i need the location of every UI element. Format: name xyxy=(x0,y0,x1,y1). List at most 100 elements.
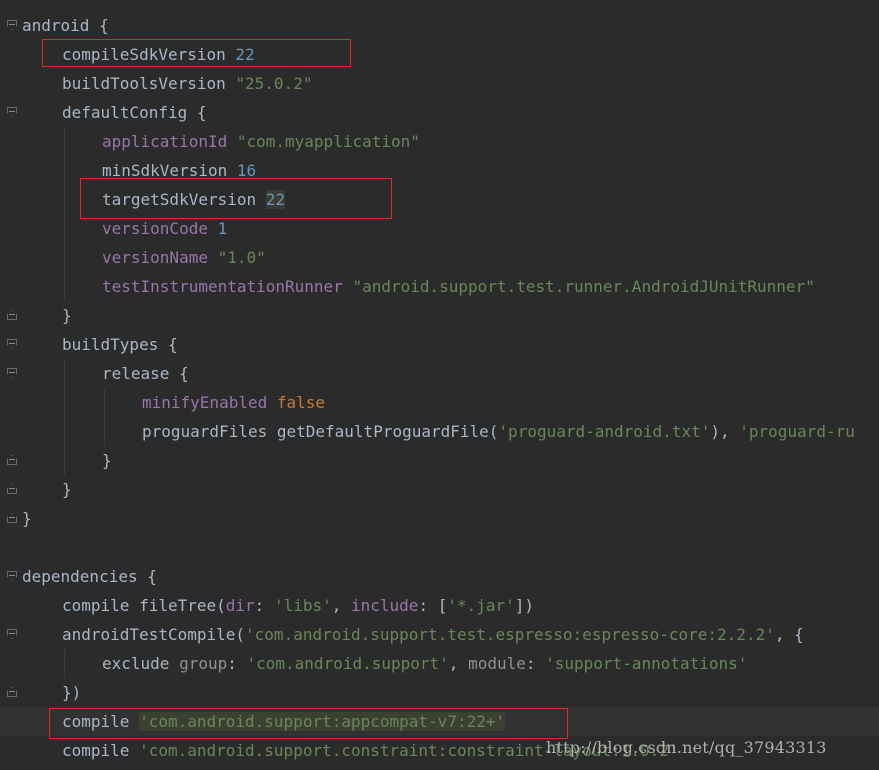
code-token: 'proguard-android.txt' xyxy=(498,422,711,441)
code-line[interactable]: targetSdkVersion 22 xyxy=(0,185,879,214)
code-text: minifyEnabled false xyxy=(142,388,325,417)
fold-close-icon[interactable] xyxy=(7,455,17,465)
fold-open-icon[interactable] xyxy=(7,571,17,581)
code-text: androidTestCompile('com.android.support.… xyxy=(62,620,804,649)
code-token: 'com.android.support' xyxy=(246,654,449,673)
code-token: 'com.android.support:appcompat-v7:22+' xyxy=(139,712,506,731)
indent-guide xyxy=(64,388,65,417)
fold-open-icon[interactable] xyxy=(7,368,17,378)
code-text: } xyxy=(62,301,72,330)
code-line[interactable]: minSdkVersion 16 xyxy=(0,156,879,185)
code-token: "android.support.test.runner.AndroidJUni… xyxy=(352,277,815,296)
indent-guide xyxy=(64,127,65,156)
code-line[interactable]: minifyEnabled false xyxy=(0,388,879,417)
code-line[interactable]: buildToolsVersion "25.0.2" xyxy=(0,69,879,98)
code-editor[interactable]: android {compileSdkVersion 22 buildToolsV… xyxy=(0,0,879,770)
code-token: defaultConfig { xyxy=(62,103,207,122)
code-text: compileSdkVersion 22 xyxy=(62,40,255,69)
code-token: 'com.android.support.test.espresso:espre… xyxy=(245,625,775,644)
indent-guide xyxy=(104,417,105,446)
code-token: testInstrumentationRunner xyxy=(102,277,353,296)
code-token: } xyxy=(22,509,32,528)
indent-guide xyxy=(64,446,65,475)
code-token: : xyxy=(227,654,247,673)
code-token: , { xyxy=(774,625,804,644)
code-line[interactable]: proguardFiles getDefaultProguardFile('pr… xyxy=(0,417,879,446)
fold-close-icon[interactable] xyxy=(7,513,17,523)
code-line[interactable]: release { xyxy=(0,359,879,388)
code-token: minSdkVersion xyxy=(102,161,237,180)
code-token: ]) xyxy=(514,596,535,615)
code-line[interactable]: } xyxy=(0,475,879,504)
code-line[interactable]: compile fileTree(dir: 'libs', include: [… xyxy=(0,591,879,620)
indent-guide xyxy=(64,417,65,446)
code-token: ), xyxy=(710,422,740,441)
code-token: 22 xyxy=(235,45,255,64)
code-text: exclude group: 'com.android.support', mo… xyxy=(102,649,747,678)
code-token: 'support-annotations' xyxy=(545,654,748,673)
indent-guide xyxy=(64,649,65,678)
fold-open-icon[interactable] xyxy=(7,629,17,639)
code-text: }) xyxy=(62,678,81,707)
code-token: versionCode xyxy=(102,219,218,238)
code-token: targetSdkVersion xyxy=(102,190,266,209)
code-token: versionName xyxy=(102,248,218,267)
code-token: compile xyxy=(62,712,140,731)
code-token: androidTestCompile( xyxy=(62,625,246,644)
code-token: buildTypes { xyxy=(62,335,178,354)
code-line[interactable]: } xyxy=(0,504,879,533)
fold-close-icon[interactable] xyxy=(7,310,17,320)
code-text: versionName "1.0" xyxy=(102,243,266,272)
code-line[interactable]: } xyxy=(0,301,879,330)
code-line[interactable]: buildTypes { xyxy=(0,330,879,359)
code-line[interactable]: testInstrumentationRunner "android.suppo… xyxy=(0,272,879,301)
code-line[interactable]: android { xyxy=(0,11,879,40)
code-text: dependencies { xyxy=(22,562,157,591)
code-token: 'proguard-ru xyxy=(739,422,855,441)
code-token: exclude xyxy=(102,654,180,673)
code-line[interactable]: compileSdkVersion 22 xyxy=(0,40,879,69)
code-line[interactable]: versionName "1.0" xyxy=(0,243,879,272)
code-text: targetSdkVersion 22 xyxy=(102,185,286,214)
code-line[interactable]: } xyxy=(0,446,879,475)
code-token: release { xyxy=(102,364,189,383)
code-line[interactable] xyxy=(0,533,879,562)
code-line[interactable]: exclude group: 'com.android.support', mo… xyxy=(0,649,879,678)
code-text: android { xyxy=(22,11,109,40)
code-line[interactable]: versionCode 1 xyxy=(0,214,879,243)
code-line[interactable]: androidTestCompile('com.android.support.… xyxy=(0,620,879,649)
code-token: buildToolsVersion xyxy=(62,74,236,93)
code-token: : xyxy=(254,596,274,615)
code-text: compile fileTree(dir: 'libs', include: [… xyxy=(62,591,534,620)
code-text: buildTypes { xyxy=(62,330,178,359)
code-line[interactable]: applicationId "com.myapplication" xyxy=(0,127,879,156)
fold-close-icon[interactable] xyxy=(7,484,17,494)
code-token: 'libs' xyxy=(273,596,332,615)
code-line[interactable]: }) xyxy=(0,678,879,707)
code-line[interactable]: compile 'com.android.support:appcompat-v… xyxy=(0,707,879,736)
code-line[interactable]: defaultConfig { xyxy=(0,98,879,127)
fold-open-icon[interactable] xyxy=(7,339,17,349)
indent-guide xyxy=(64,243,65,272)
code-token: '*.jar' xyxy=(447,596,515,615)
code-token: : xyxy=(525,654,546,673)
code-token: android { xyxy=(22,16,109,35)
code-token: "25.0.2" xyxy=(235,74,313,93)
code-token: minifyEnabled xyxy=(142,393,277,412)
code-token: } xyxy=(62,480,72,499)
code-token: }) xyxy=(62,683,82,702)
code-text: } xyxy=(62,475,72,504)
code-token: , xyxy=(448,654,469,673)
fold-open-icon[interactable] xyxy=(7,20,17,30)
code-token: compileSdkVersion xyxy=(62,45,236,64)
code-text: } xyxy=(22,504,32,533)
fold-open-icon[interactable] xyxy=(7,107,17,117)
code-line[interactable]: dependencies { xyxy=(0,562,879,591)
code-token: 22 xyxy=(265,190,286,209)
fold-close-icon[interactable] xyxy=(7,687,17,697)
watermark-text: http://blog.csdn.net/qq_37943313 xyxy=(546,738,827,757)
code-text: testInstrumentationRunner "android.suppo… xyxy=(102,272,815,301)
indent-guide xyxy=(64,272,65,301)
code-text: applicationId "com.myapplication" xyxy=(102,127,420,156)
code-text: compile 'com.android.support:appcompat-v… xyxy=(62,707,506,736)
